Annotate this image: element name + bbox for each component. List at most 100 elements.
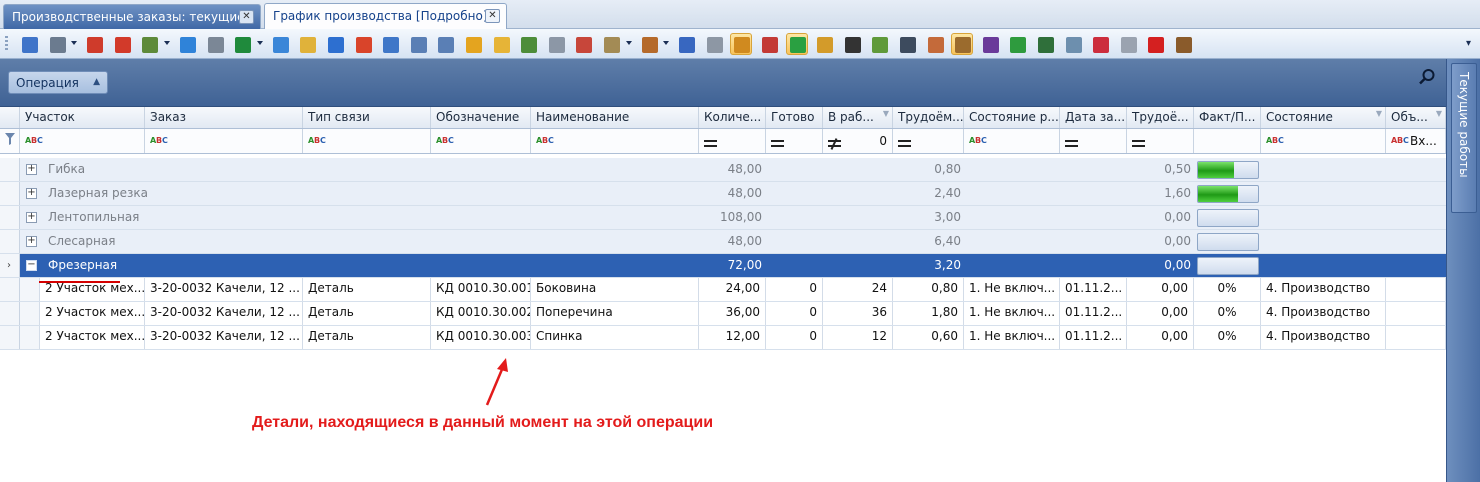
cell-link[interactable]: Деталь — [303, 302, 431, 325]
column-header[interactable]: Трудоём... — [893, 107, 964, 128]
group-row[interactable]: + Лазерная резка 48,00 2,40 1,60 — [0, 182, 1446, 206]
column-header[interactable]: Количе... — [699, 107, 766, 128]
dropdown-arrow-icon[interactable] — [625, 41, 632, 45]
copy-button[interactable] — [462, 33, 484, 55]
cell-code[interactable]: КД 0010.30.003 — [431, 326, 531, 349]
column-header[interactable]: Состояние р... — [964, 107, 1060, 128]
filter-cell[interactable]: ABC — [303, 129, 431, 153]
group-chip-operation[interactable]: Операция ▲ — [8, 71, 108, 94]
cell-fact[interactable]: 0% — [1194, 326, 1261, 349]
range-button[interactable] — [517, 33, 539, 55]
filter-cell[interactable] — [1194, 129, 1261, 153]
time-button[interactable] — [1034, 33, 1056, 55]
filter-cell[interactable]: 0 — [823, 129, 893, 153]
row-indicator[interactable] — [0, 158, 20, 181]
column-header[interactable]: Заказ — [145, 107, 303, 128]
row-indicator[interactable] — [0, 230, 20, 253]
note-button[interactable] — [296, 33, 318, 55]
cell-ready[interactable]: 0 — [766, 278, 823, 301]
calendar-alt-button[interactable] — [758, 33, 780, 55]
print-button[interactable] — [46, 33, 68, 55]
cell-extra[interactable] — [1386, 302, 1446, 325]
calendar-button[interactable] — [18, 33, 40, 55]
tab-production-schedule[interactable]: График производства [Подробно] ✕ — [264, 3, 507, 29]
search-icon[interactable] — [1418, 68, 1436, 86]
cell-area[interactable]: 2 Участок мех... — [40, 302, 145, 325]
pipette-button[interactable] — [638, 33, 660, 55]
stamp-button[interactable] — [1172, 33, 1194, 55]
cell-qty[interactable]: 24,00 — [699, 278, 766, 301]
filter-cell[interactable]: ABC — [1261, 129, 1386, 153]
tree-button[interactable] — [979, 33, 1001, 55]
column-header[interactable]: Объ... ▼ — [1386, 107, 1446, 128]
cell-labor2[interactable]: 0,00 — [1127, 278, 1194, 301]
cell-fact[interactable]: 0% — [1194, 302, 1261, 325]
delete-button[interactable] — [111, 33, 133, 55]
table-row[interactable]: 2 Участок мех... 3-20-0032 Качели, 12 ...… — [0, 302, 1446, 326]
filter-cell[interactable] — [766, 129, 823, 153]
view-button[interactable] — [138, 33, 160, 55]
cell-state_w[interactable]: 1. Не включ... — [964, 278, 1060, 301]
cell-inwork[interactable]: 24 — [823, 278, 893, 301]
group-button[interactable] — [572, 33, 594, 55]
cell-name[interactable]: Боковина — [531, 278, 699, 301]
cell-labor2[interactable]: 0,00 — [1127, 302, 1194, 325]
download-button[interactable] — [379, 33, 401, 55]
cell-ready[interactable]: 0 — [766, 302, 823, 325]
row-indicator[interactable]: › — [0, 254, 20, 277]
cell-labor[interactable]: 0,80 — [893, 278, 964, 301]
cell-labor[interactable]: 0,60 — [893, 326, 964, 349]
cell-state[interactable]: 4. Производство — [1261, 302, 1386, 325]
column-header[interactable]: Тип связи — [303, 107, 431, 128]
cell-link[interactable]: Деталь — [303, 326, 431, 349]
edit-button[interactable] — [490, 33, 512, 55]
cell-state[interactable]: 4. Производство — [1261, 326, 1386, 349]
wrench-button[interactable] — [204, 33, 226, 55]
clock-button[interactable] — [703, 33, 725, 55]
cell-qty[interactable]: 12,00 — [699, 326, 766, 349]
filter-cell[interactable] — [1060, 129, 1127, 153]
zoom-button[interactable] — [730, 33, 753, 55]
cell-date[interactable]: 01.11.2... — [1060, 326, 1127, 349]
row-indicator[interactable] — [0, 326, 20, 349]
expand-icon[interactable]: + — [26, 212, 37, 223]
box-button[interactable] — [813, 33, 835, 55]
row-indicator[interactable] — [0, 206, 20, 229]
cell-order[interactable]: 3-20-0032 Качели, 12 ... — [145, 302, 303, 325]
filter-cell[interactable] — [893, 129, 964, 153]
row-indicator[interactable] — [0, 302, 20, 325]
refresh-button[interactable] — [176, 33, 198, 55]
filter-cell[interactable]: A B C Вх... — [1386, 129, 1446, 153]
dropdown-arrow-icon[interactable] — [663, 41, 670, 45]
close-icon[interactable]: ✕ — [239, 10, 254, 24]
barcode-button[interactable] — [841, 33, 863, 55]
column-header[interactable]: В раб... ▼ — [823, 107, 893, 128]
column-header[interactable]: Обозначение — [431, 107, 531, 128]
pie-chart-button[interactable] — [352, 33, 374, 55]
side-tab-current-work[interactable]: Текущие работы — [1451, 63, 1477, 213]
cell-date[interactable]: 01.11.2... — [1060, 278, 1127, 301]
dropdown-arrow-icon[interactable] — [71, 41, 78, 45]
expand-icon[interactable]: + — [26, 164, 37, 175]
expand-icon[interactable]: + — [26, 236, 37, 247]
column-header[interactable]: Участок — [20, 107, 145, 128]
column-header[interactable]: Наименование — [531, 107, 699, 128]
filter-cell[interactable]: ABC — [531, 129, 699, 153]
table-row[interactable]: 2 Участок мех... 3-20-0032 Качели, 12 ...… — [0, 278, 1446, 302]
row-indicator[interactable] — [0, 278, 20, 301]
filter-cell[interactable]: ABC — [431, 129, 531, 153]
cell-code[interactable]: КД 0010.30.002 — [431, 302, 531, 325]
toolbar-grip[interactable] — [5, 36, 8, 52]
share-button[interactable] — [269, 33, 291, 55]
numbering-button[interactable] — [407, 33, 429, 55]
cell-date[interactable]: 01.11.2... — [1060, 302, 1127, 325]
arrow-up-button[interactable] — [1144, 33, 1166, 55]
row-indicator[interactable] — [0, 182, 20, 205]
filter-cell[interactable]: ABC — [145, 129, 303, 153]
pen-button[interactable] — [1089, 33, 1111, 55]
column-header[interactable]: Трудоё... — [1127, 107, 1194, 128]
cell-inwork[interactable]: 12 — [823, 326, 893, 349]
group-row-selected[interactable]: › − Фрезерная 72,00 3,20 0,00 — [0, 254, 1446, 278]
cell-name[interactable]: Спинка — [531, 326, 699, 349]
cell-state_w[interactable]: 1. Не включ... — [964, 326, 1060, 349]
